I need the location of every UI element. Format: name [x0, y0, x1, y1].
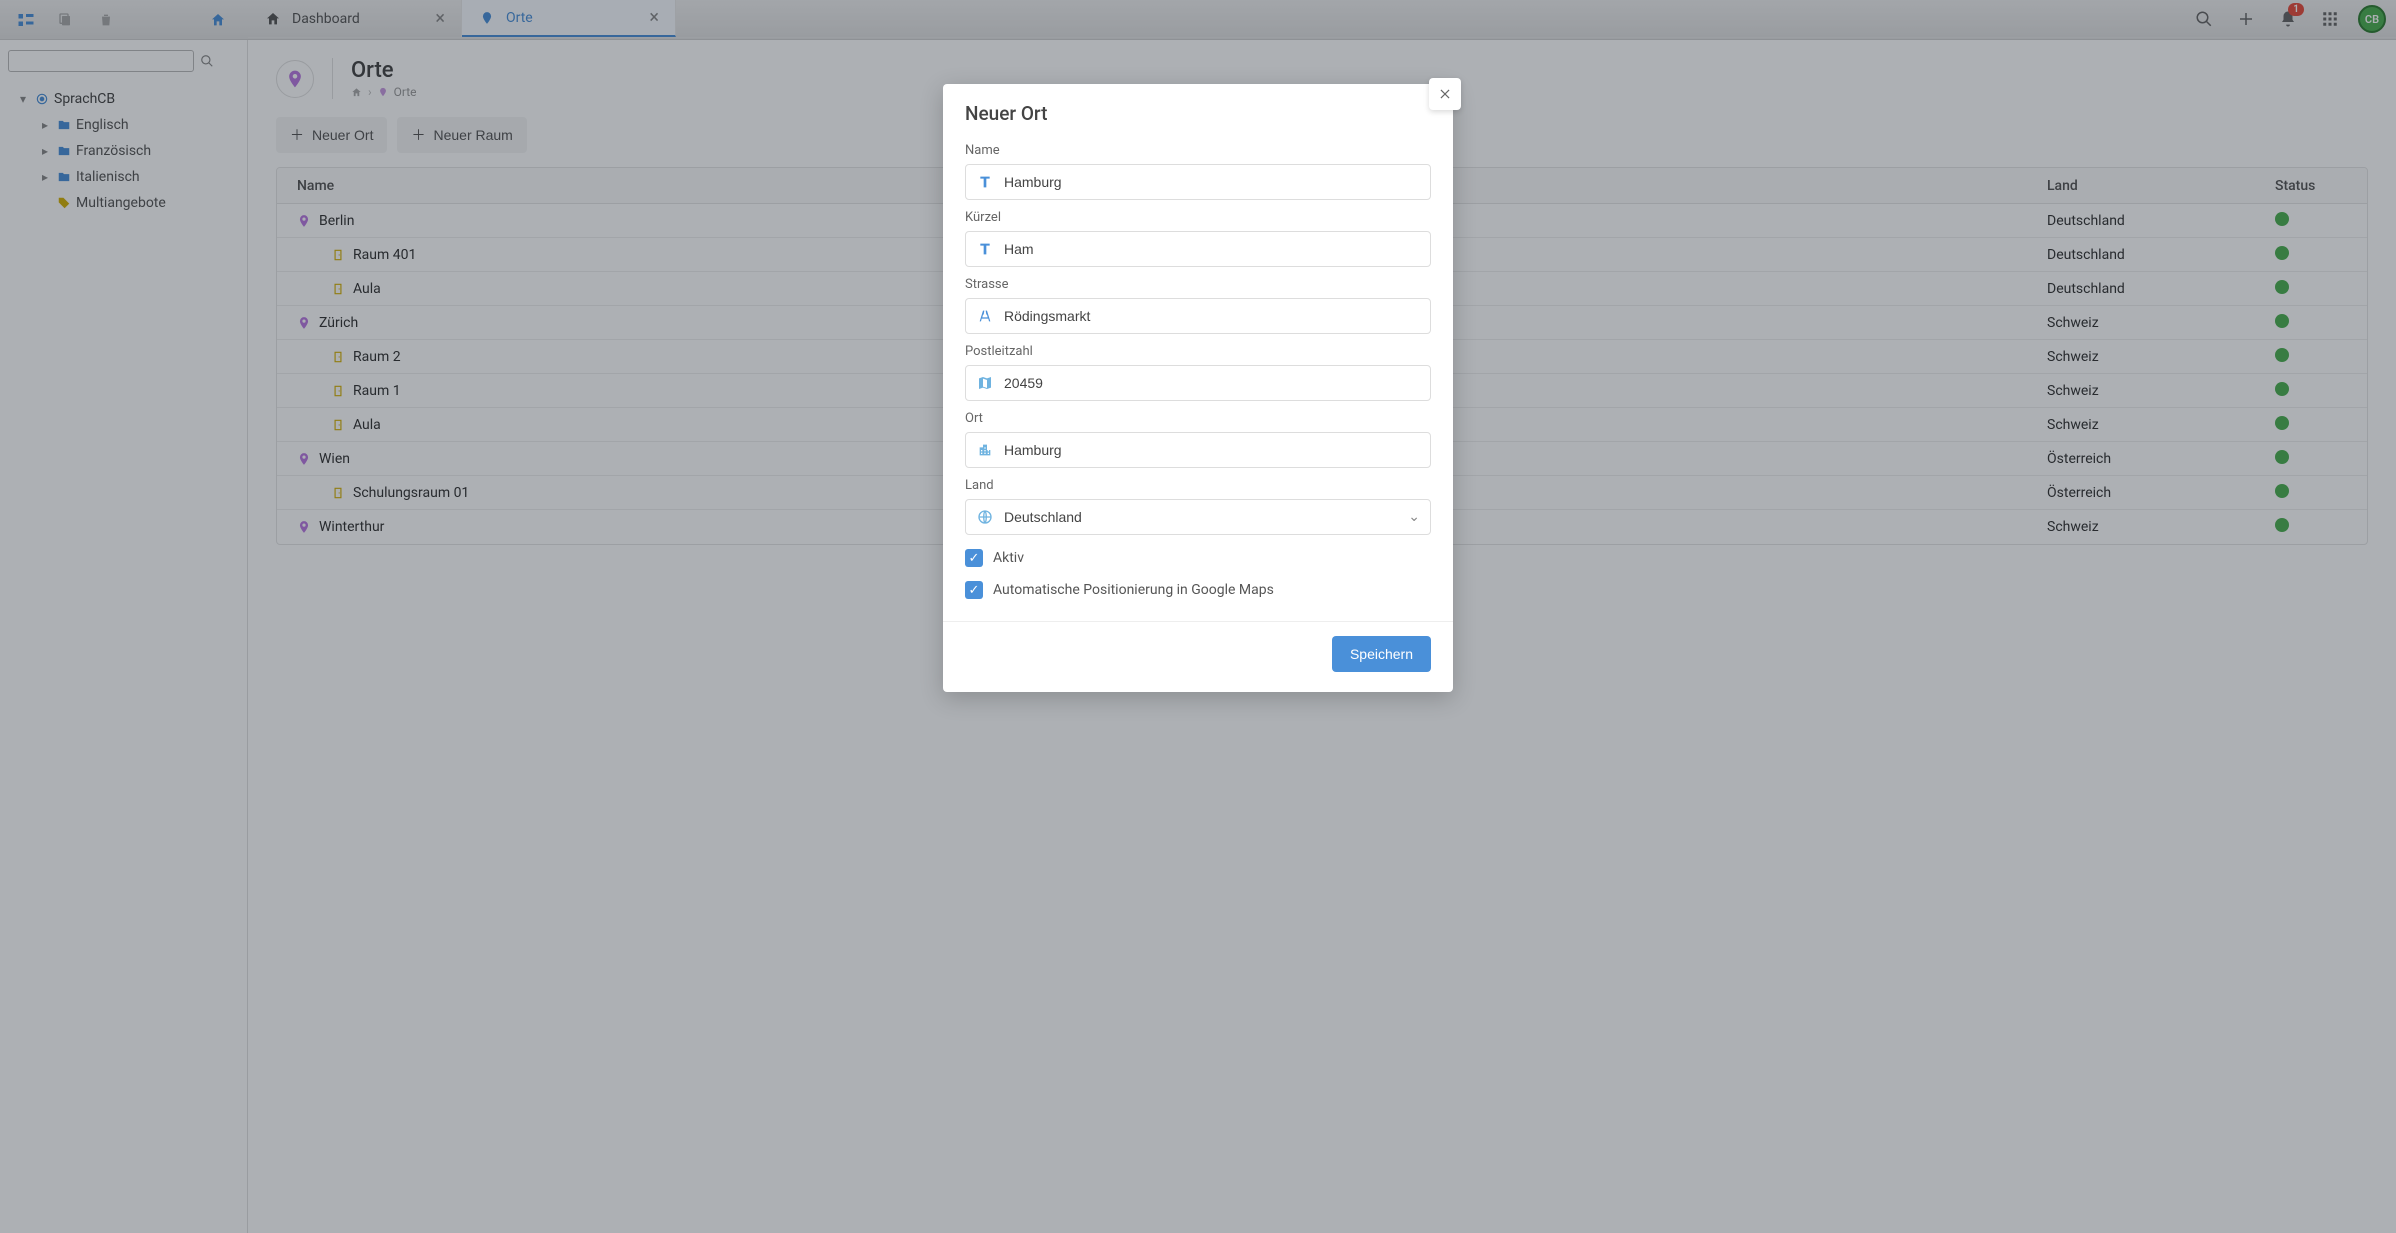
label-kuerzel: Kürzel — [965, 210, 1431, 225]
plz-input[interactable] — [1004, 375, 1420, 391]
checkbox-aktiv-label: Aktiv — [993, 550, 1024, 566]
label-plz: Postleitzahl — [965, 344, 1431, 359]
strasse-input[interactable] — [1004, 308, 1420, 324]
modal-title: Neuer Ort — [965, 102, 1431, 125]
label-name: Name — [965, 143, 1431, 158]
save-button[interactable]: Speichern — [1332, 636, 1431, 672]
road-icon — [976, 308, 994, 324]
modal-overlay[interactable]: Neuer Ort Name Kürzel — [0, 0, 2396, 1233]
checkbox-autopos-row[interactable]: ✓ Automatische Positionierung in Google … — [965, 581, 1431, 599]
map-icon — [976, 375, 994, 391]
text-icon — [976, 174, 994, 190]
checkbox-aktiv-row[interactable]: ✓ Aktiv — [965, 549, 1431, 567]
close-button[interactable] — [1429, 78, 1461, 110]
text-icon — [976, 241, 994, 257]
label-ort: Ort — [965, 411, 1431, 426]
label-land: Land — [965, 478, 1431, 493]
ort-input[interactable] — [1004, 442, 1420, 458]
city-icon — [976, 442, 994, 458]
globe-icon — [976, 509, 994, 525]
checkbox-autopos[interactable]: ✓ — [965, 581, 983, 599]
modal: Neuer Ort Name Kürzel — [943, 84, 1453, 692]
chevron-down-icon[interactable]: ⌄ — [1408, 509, 1420, 525]
checkbox-aktiv[interactable]: ✓ — [965, 549, 983, 567]
kuerzel-input[interactable] — [1004, 241, 1420, 257]
name-input[interactable] — [1004, 174, 1420, 190]
land-select[interactable] — [1004, 509, 1398, 525]
checkbox-autopos-label: Automatische Positionierung in Google Ma… — [993, 582, 1274, 598]
label-strasse: Strasse — [965, 277, 1431, 292]
